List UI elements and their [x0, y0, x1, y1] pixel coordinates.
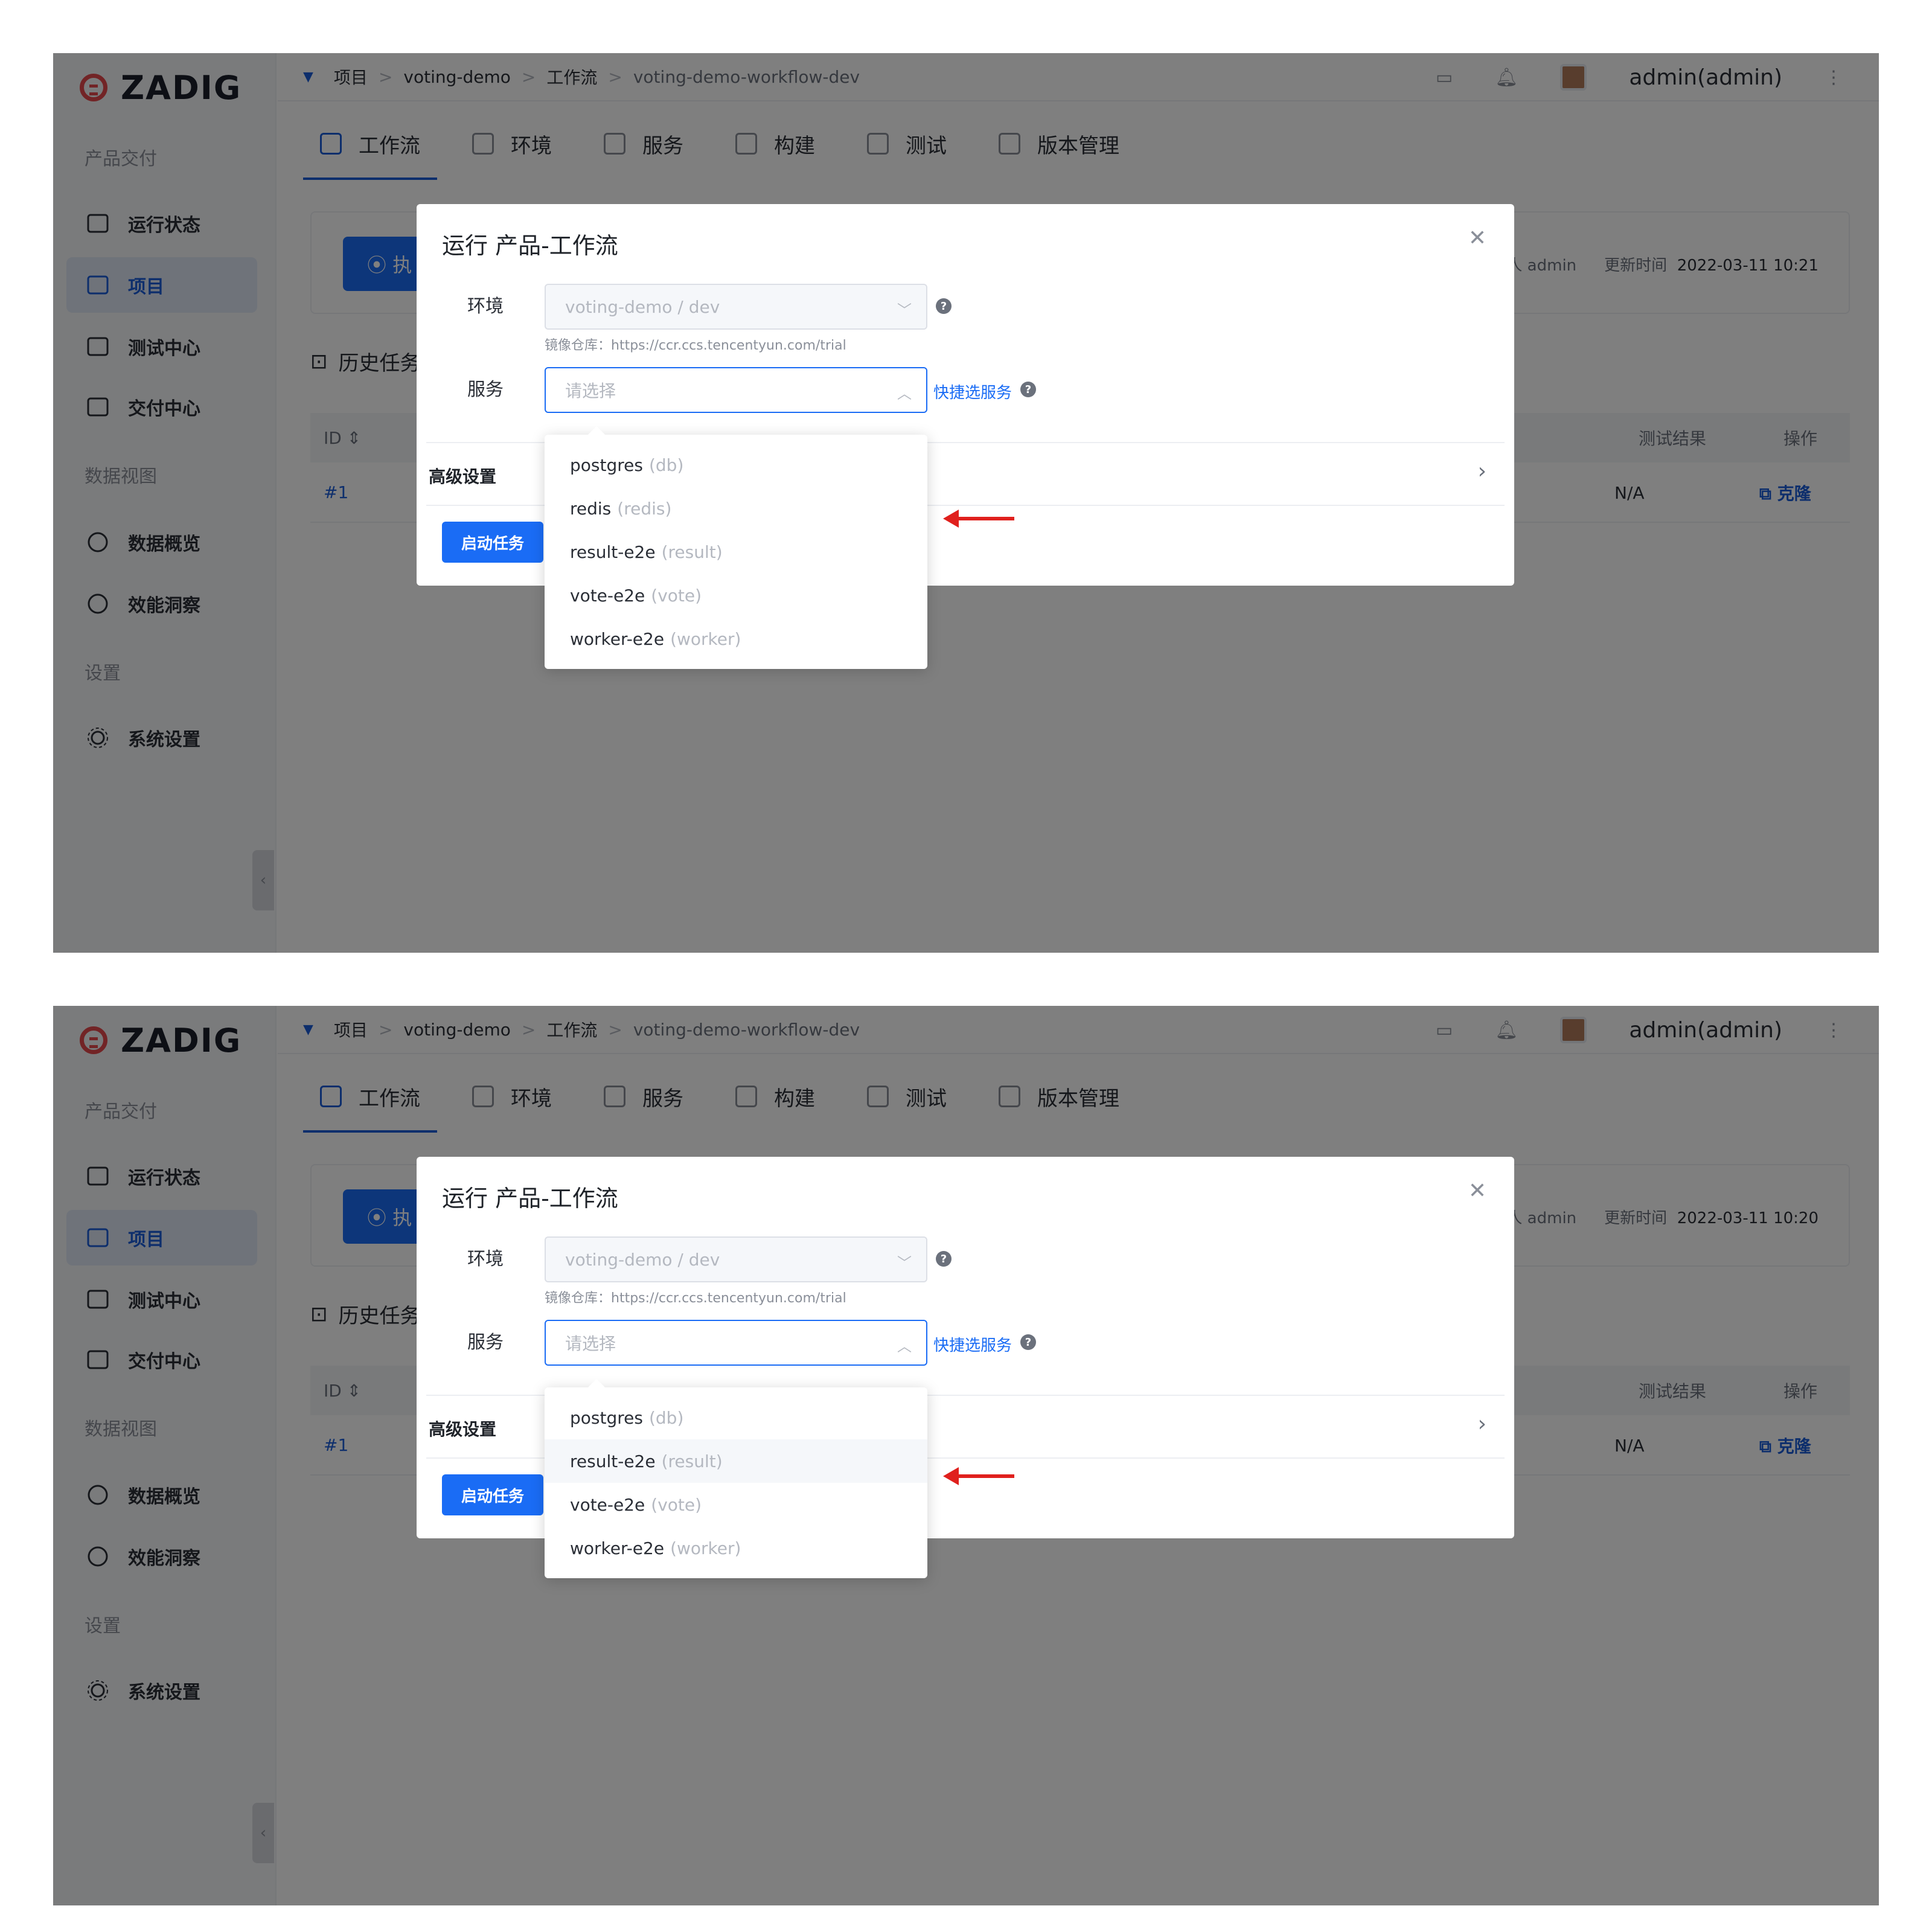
- service-option[interactable]: vote-e2e (vote): [545, 1483, 927, 1526]
- service-select[interactable]: 请选择 ︿: [545, 1320, 927, 1366]
- help-icon[interactable]: ?: [936, 1251, 952, 1267]
- help-icon[interactable]: ?: [936, 298, 952, 314]
- service-option[interactable]: postgres (db): [545, 1396, 927, 1439]
- modal-title: 运行 产品-工作流: [442, 1185, 618, 1212]
- service-option[interactable]: worker-e2e (worker): [545, 1526, 927, 1570]
- service-option[interactable]: postgres (db): [545, 443, 927, 487]
- service-dropdown: postgres (db) redis (redis) result-e2e (resul…: [545, 435, 927, 669]
- service-label: 服务: [467, 1332, 504, 1353]
- annotation-arrow: [943, 1467, 1014, 1485]
- close-icon[interactable]: ✕: [1468, 226, 1486, 251]
- registry-hint: 镜像仓库：https://ccr.ccs.tencentyun.com/tria…: [545, 1291, 846, 1306]
- help-icon[interactable]: ?: [1020, 382, 1036, 397]
- chevron-up-icon: ︿: [897, 1338, 912, 1355]
- chevron-down-icon: ﹀: [897, 302, 912, 319]
- start-task-button[interactable]: 启动任务: [442, 522, 543, 563]
- chevron-right-icon[interactable]: ›: [1478, 459, 1486, 484]
- close-icon[interactable]: ✕: [1468, 1179, 1486, 1203]
- chevron-up-icon: ︿: [897, 385, 912, 402]
- service-option[interactable]: result-e2e (result): [545, 530, 927, 574]
- env-label: 环境: [467, 1249, 504, 1270]
- service-select[interactable]: 请选择 ︿: [545, 367, 927, 413]
- quick-select-services-link[interactable]: 快捷选服务: [933, 380, 1012, 403]
- service-dropdown: postgres (db) result-e2e (result) vote-e2e (v…: [545, 1387, 927, 1578]
- start-task-button[interactable]: 启动任务: [442, 1474, 543, 1515]
- screenshot-1: ZADIG产品交付运行状态项目测试中心交付中心数据视图数据概览效能洞察设置系统设…: [53, 53, 1879, 953]
- service-option[interactable]: redis (redis): [545, 487, 927, 530]
- chevron-right-icon[interactable]: ›: [1478, 1412, 1486, 1436]
- service-option[interactable]: vote-e2e (vote): [545, 574, 927, 617]
- chevron-down-icon: ﹀: [897, 1255, 912, 1271]
- service-label: 服务: [467, 379, 504, 400]
- annotation-arrow: [943, 510, 1014, 528]
- env-select: voting-demo / dev ﹀: [545, 284, 927, 330]
- env-select: voting-demo / dev ﹀: [545, 1236, 927, 1282]
- screenshot-2: ZADIG产品交付运行状态项目测试中心交付中心数据视图数据概览效能洞察设置系统设…: [53, 1006, 1879, 1905]
- advanced-settings[interactable]: 高级设置: [429, 464, 496, 488]
- quick-select-services-link[interactable]: 快捷选服务: [933, 1333, 1012, 1355]
- modal-title: 运行 产品-工作流: [442, 232, 618, 259]
- service-option[interactable]: result-e2e (result): [545, 1439, 927, 1483]
- help-icon[interactable]: ?: [1020, 1334, 1036, 1350]
- service-option[interactable]: worker-e2e (worker): [545, 617, 927, 661]
- registry-hint: 镜像仓库：https://ccr.ccs.tencentyun.com/tria…: [545, 338, 846, 353]
- advanced-settings[interactable]: 高级设置: [429, 1416, 496, 1441]
- env-label: 环境: [467, 296, 504, 317]
